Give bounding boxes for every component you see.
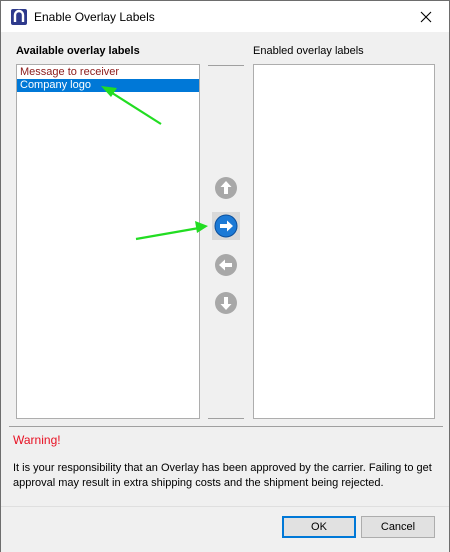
list-item[interactable]: Message to receiver (17, 66, 199, 79)
close-button[interactable] (403, 1, 449, 32)
enabled-labels-list[interactable] (253, 64, 435, 419)
cancel-button[interactable]: Cancel (361, 516, 435, 538)
available-labels-heading: Available overlay labels (16, 45, 140, 57)
separator (208, 65, 244, 66)
move-left-icon (215, 254, 237, 276)
move-down-icon (215, 292, 237, 314)
divider (9, 426, 443, 427)
move-up-button[interactable] (212, 174, 240, 202)
move-right-button[interactable] (212, 212, 240, 240)
title-bar: Enable Overlay Labels (1, 1, 449, 32)
warning-title: Warning! (13, 433, 61, 447)
close-icon (420, 11, 432, 22)
dialog-title: Enable Overlay Labels (34, 10, 155, 24)
enabled-labels-heading: Enabled overlay labels (253, 45, 364, 57)
ok-button[interactable]: OK (282, 516, 356, 538)
move-left-button[interactable] (212, 251, 240, 279)
button-bar: OK Cancel (1, 506, 449, 552)
move-right-icon (214, 214, 238, 238)
dialog-window: Enable Overlay Labels Available overlay … (0, 0, 450, 552)
list-item-selected[interactable]: Company logo (17, 79, 199, 92)
warning-text: It is your responsibility that an Overla… (13, 462, 432, 489)
available-labels-list[interactable]: Message to receiver Company logo (16, 64, 200, 419)
move-down-button[interactable] (212, 289, 240, 317)
separator (208, 418, 244, 419)
app-logo-icon (11, 9, 27, 25)
move-up-icon (215, 177, 237, 199)
